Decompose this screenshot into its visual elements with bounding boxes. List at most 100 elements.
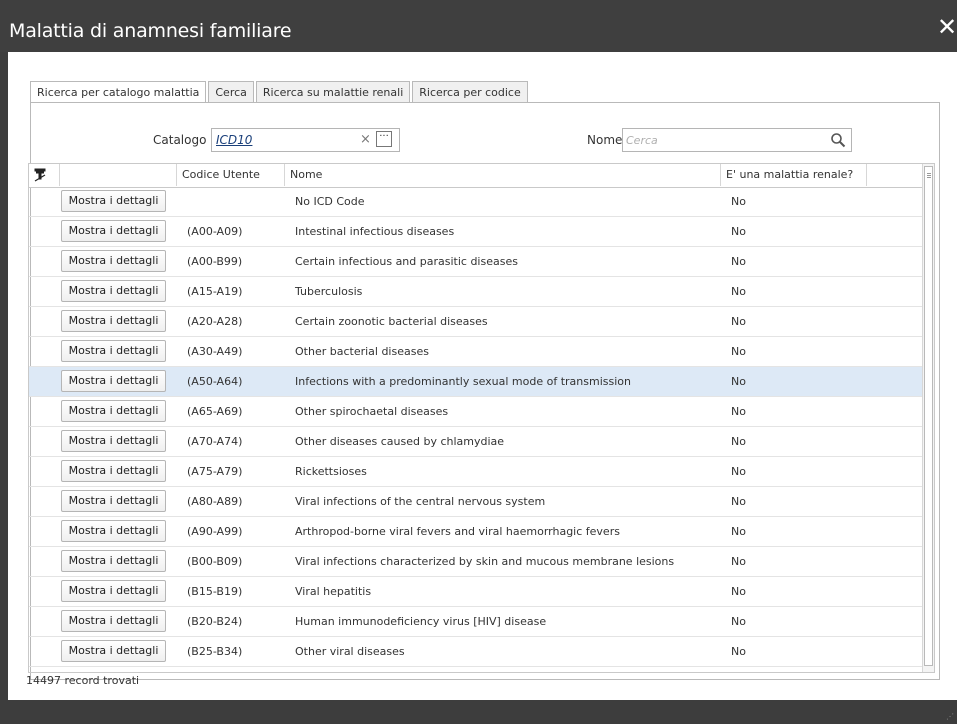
- cell-user-code: (A75-A79): [187, 465, 243, 478]
- cell-user-code: (A80-A89): [187, 495, 243, 508]
- show-details-button[interactable]: Mostra i dettagli: [61, 250, 166, 272]
- table-row[interactable]: Mostra i dettagli (B25-B34) Other viral di…: [29, 637, 922, 667]
- column-header-actions: [60, 164, 177, 186]
- cell-user-code: (A00-A09): [187, 225, 243, 238]
- cell-renal-flag: No: [731, 555, 746, 568]
- table-row[interactable]: Mostra i dettagli (A20-A28) Certain zoonot…: [29, 307, 922, 337]
- show-details-button[interactable]: Mostra i dettagli: [61, 400, 166, 422]
- vertical-scrollbar[interactable]: [922, 164, 934, 672]
- catalog-label: Catalogo: [153, 133, 207, 147]
- cell-disease-name: Other bacterial diseases: [295, 345, 429, 358]
- table-row[interactable]: Mostra i dettagli (A65-A69) Other spirocha…: [29, 397, 922, 427]
- cell-renal-flag: No: [731, 465, 746, 478]
- cell-user-code: (A00-B99): [187, 255, 243, 268]
- show-details-button[interactable]: Mostra i dettagli: [61, 610, 166, 632]
- dialog-footer-bar: ⋰: [0, 700, 957, 724]
- tab-bar: Ricerca per catalogo malattia Cerca Rice…: [30, 81, 530, 104]
- tab-search[interactable]: Cerca: [208, 81, 254, 103]
- cell-disease-name: Intestinal infectious diseases: [295, 225, 455, 238]
- tab-code-search[interactable]: Ricerca per codice: [412, 81, 528, 103]
- name-field[interactable]: [622, 128, 852, 152]
- table-row[interactable]: Mostra i dettagli (B00-B09) Viral infectio…: [29, 547, 922, 577]
- cell-user-code: (A70-A74): [187, 435, 243, 448]
- show-details-button[interactable]: Mostra i dettagli: [61, 220, 166, 242]
- table-row[interactable]: Mostra i dettagli (A80-A89) Viral infectio…: [29, 487, 922, 517]
- search-icon[interactable]: [830, 132, 846, 152]
- cell-renal-flag: No: [731, 225, 746, 238]
- dialog-title-bar[interactable]: Malattia di anamnesi familiare ✕: [0, 0, 957, 52]
- cell-disease-name: Human immunodeficiency virus [HIV] disea…: [295, 615, 547, 628]
- name-search-input[interactable]: [626, 132, 806, 148]
- cell-disease-name: No ICD Code: [295, 195, 365, 208]
- cell-disease-name: Certain zoonotic bacterial diseases: [295, 315, 488, 328]
- table-row[interactable]: Mostra i dettagli (A90-A99) Arthropod-born…: [29, 517, 922, 547]
- grid-filter-header[interactable]: [29, 164, 60, 186]
- show-details-button[interactable]: Mostra i dettagli: [61, 430, 166, 452]
- cell-disease-name: Other viral diseases: [295, 645, 405, 658]
- cell-user-code: (B25-B34): [187, 645, 243, 658]
- cell-renal-flag: No: [731, 285, 746, 298]
- show-details-button[interactable]: Mostra i dettagli: [61, 190, 166, 212]
- show-details-button[interactable]: Mostra i dettagli: [61, 580, 166, 602]
- cell-disease-name: Tuberculosis: [295, 285, 363, 298]
- tab-catalog-search[interactable]: Ricerca per catalogo malattia: [30, 81, 207, 104]
- column-header-user-code[interactable]: Codice Utente: [177, 164, 285, 186]
- cell-renal-flag: No: [731, 255, 746, 268]
- disease-grid: Codice Utente Nome E' una malattia renal…: [28, 163, 935, 673]
- cell-user-code: (A15-A19): [187, 285, 243, 298]
- cell-disease-name: Other spirochaetal diseases: [295, 405, 449, 418]
- table-row[interactable]: Mostra i dettagli (A00-B99) Certain infect…: [29, 247, 922, 277]
- cell-renal-flag: No: [731, 195, 746, 208]
- cell-user-code: (A50-A64): [187, 375, 243, 388]
- cell-disease-name: Other diseases caused by chlamydiae: [295, 435, 505, 448]
- ellipsis-icon[interactable]: ···: [376, 131, 392, 147]
- show-details-button[interactable]: Mostra i dettagli: [61, 550, 166, 572]
- cell-disease-name: Rickettsioses: [295, 465, 367, 478]
- show-details-button[interactable]: Mostra i dettagli: [61, 370, 166, 392]
- cell-disease-name: Certain infectious and parasitic disease…: [295, 255, 518, 268]
- table-row[interactable]: Mostra i dettagli (A00-A09) Intestinal inf…: [29, 217, 922, 247]
- table-row[interactable]: Mostra i dettagli (A30-A49) Other bacteria…: [29, 337, 922, 367]
- cell-user-code: (A65-A69): [187, 405, 243, 418]
- cell-user-code: (A30-A49): [187, 345, 243, 358]
- resize-grip-icon[interactable]: ⋰: [946, 713, 954, 721]
- show-details-button[interactable]: Mostra i dettagli: [61, 490, 166, 512]
- name-label: Nome: [587, 133, 623, 147]
- cell-user-code: (B00-B09): [187, 555, 243, 568]
- column-header-name[interactable]: Nome: [285, 164, 721, 186]
- show-details-button[interactable]: Mostra i dettagli: [61, 310, 166, 332]
- show-details-button[interactable]: Mostra i dettagli: [61, 340, 166, 362]
- tab-renal-search[interactable]: Ricerca su malattie renali: [255, 81, 411, 103]
- close-icon[interactable]: ✕: [937, 15, 957, 39]
- scrollbar-thumb[interactable]: [924, 166, 933, 666]
- show-details-button[interactable]: Mostra i dettagli: [61, 280, 166, 302]
- show-details-button[interactable]: Mostra i dettagli: [61, 640, 166, 662]
- dialog-title: Malattia di anamnesi familiare: [9, 20, 292, 42]
- cell-renal-flag: No: [731, 375, 746, 388]
- cell-user-code: (B20-B24): [187, 615, 243, 628]
- table-row[interactable]: Mostra i dettagli (A50-A64) Infections wit…: [29, 367, 922, 397]
- table-row[interactable]: Mostra i dettagli (B20-B24) Human immunode…: [29, 607, 922, 637]
- cell-renal-flag: No: [731, 585, 746, 598]
- cell-user-code: (B15-B19): [187, 585, 243, 598]
- column-header-renal[interactable]: E' una malattia renale?: [721, 164, 867, 186]
- show-details-button[interactable]: Mostra i dettagli: [61, 460, 166, 482]
- cell-renal-flag: No: [731, 345, 746, 358]
- cell-disease-name: Viral hepatitis: [295, 585, 372, 598]
- cell-disease-name: Viral infections of the central nervous …: [295, 495, 546, 508]
- table-row[interactable]: Mostra i dettagli (A15-A19) Tuberculosis No: [29, 277, 922, 307]
- cell-disease-name: Infections with a predominantly sexual m…: [295, 375, 631, 388]
- clear-icon[interactable]: ×: [360, 132, 371, 147]
- catalog-value-link[interactable]: ICD10: [216, 133, 252, 147]
- cell-renal-flag: No: [731, 645, 746, 658]
- grid-header: Codice Utente Nome E' una malattia renal…: [29, 164, 922, 188]
- cell-renal-flag: No: [731, 405, 746, 418]
- table-row[interactable]: Mostra i dettagli (A75-A79) Rickettsioses N…: [29, 457, 922, 487]
- cell-renal-flag: No: [731, 525, 746, 538]
- record-count: 14497 record trovati: [26, 674, 140, 687]
- table-row[interactable]: Mostra i dettagli (A70-A74) Other diseases…: [29, 427, 922, 457]
- table-row[interactable]: Mostra i dettagli (B15-B19) Viral hepatiti…: [29, 577, 922, 607]
- show-details-button[interactable]: Mostra i dettagli: [61, 520, 166, 542]
- table-row[interactable]: Mostra i dettagli No ICD Code No: [29, 187, 922, 217]
- catalog-field[interactable]: ICD10 × ···: [211, 128, 400, 152]
